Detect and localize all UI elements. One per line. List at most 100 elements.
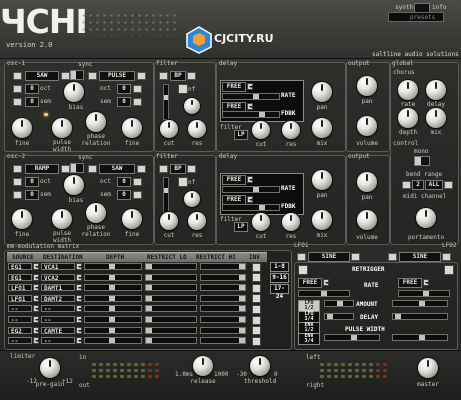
osc2-phase-knob[interactable] — [86, 203, 106, 223]
osc1-semi2-up[interactable] — [133, 98, 142, 106]
delay1-res-knob[interactable] — [282, 121, 300, 139]
portamento-knob[interactable] — [416, 208, 436, 228]
osc2-bias-knob[interactable] — [64, 175, 84, 195]
delay1-pan-knob[interactable] — [312, 82, 332, 102]
bend-range-down[interactable] — [402, 181, 411, 189]
mm-row-destination[interactable]: VCA2 — [41, 273, 75, 282]
mm-page-1-8[interactable]: 1-8 — [270, 262, 289, 272]
mm-row-depth-slider[interactable] — [84, 284, 142, 292]
lfo1-wave[interactable]: SINE — [308, 252, 350, 262]
mm-row-restrict-lo-slider[interactable] — [145, 305, 197, 313]
mm-row-destination[interactable]: DAMT2 — [41, 294, 75, 303]
delay1-free1-mode[interactable]: FREE — [222, 82, 246, 92]
mm-row-source-arrow[interactable] — [33, 337, 39, 345]
lfo1-pw-slider[interactable] — [324, 334, 380, 341]
lfo2-wave-next[interactable] — [442, 253, 451, 261]
osc1-oct2-value[interactable]: 0 — [117, 84, 131, 94]
chorus-rate-knob[interactable] — [398, 80, 418, 100]
delay2-mix-knob[interactable] — [312, 210, 332, 230]
delay2-free1-arrow[interactable] — [247, 176, 253, 183]
slider-thumb[interactable] — [109, 285, 115, 291]
osc2-sync-switch[interactable] — [70, 163, 84, 173]
filter2-lp-button[interactable]: LP — [234, 222, 248, 232]
osc1-sync-switch[interactable] — [70, 70, 84, 80]
mm-row-restrict-hi-slider[interactable] — [200, 263, 246, 270]
osc2-wave2-prev[interactable] — [88, 165, 97, 173]
slider-thumb[interactable] — [109, 317, 115, 322]
mm-row-source-arrow[interactable] — [33, 263, 39, 270]
mm-row-invert-toggle[interactable] — [252, 283, 261, 293]
mm-row-restrict-hi-slider[interactable] — [200, 337, 246, 345]
slider-thumb[interactable] — [239, 285, 245, 291]
osc2-oct1-down[interactable] — [13, 178, 22, 186]
mm-row-destination[interactable]: DAMT1 — [41, 284, 75, 292]
mm-row-destination-arrow[interactable] — [76, 337, 82, 345]
mm-row-source[interactable]: LFO1 — [8, 294, 32, 303]
osc1-semi1-down[interactable] — [13, 98, 22, 106]
filter2-env-knob[interactable] — [184, 191, 200, 207]
mm-row-restrict-hi-slider[interactable] — [200, 294, 246, 302]
osc2-pulse-width-knob[interactable] — [52, 209, 72, 229]
osc1-phase-knob[interactable] — [86, 112, 106, 132]
mm-row-source-arrow[interactable] — [33, 326, 39, 334]
osc1-oct1-down[interactable] — [13, 85, 22, 93]
osc2-wave1-select[interactable]: RAMP — [25, 164, 59, 174]
mm-row-invert-toggle[interactable] — [252, 326, 261, 336]
filter1-type[interactable]: BP — [170, 71, 186, 81]
mm-row-depth-slider[interactable] — [84, 326, 142, 334]
slider-thumb[interactable] — [239, 306, 245, 312]
filter2-type-prev[interactable] — [159, 165, 168, 173]
mm-row-destination[interactable]: -- — [41, 305, 75, 313]
filter2-nf-toggle[interactable] — [178, 177, 188, 187]
osc2-fine2-knob[interactable] — [122, 209, 142, 229]
filter1-cut-knob[interactable] — [160, 120, 178, 138]
mm-row-restrict-lo-slider[interactable] — [145, 273, 197, 281]
delay2-free1-mode[interactable]: FREE — [222, 175, 246, 185]
osc1-wave1-prev[interactable] — [13, 72, 22, 80]
lfo2-pw-slider[interactable] — [392, 334, 448, 341]
lfo1-wave-next[interactable] — [351, 253, 360, 261]
lfo1-delay-slider[interactable] — [324, 313, 354, 320]
output1-pan-knob[interactable] — [357, 76, 377, 96]
delay1-free2-arrow[interactable] — [247, 103, 253, 110]
osc2-semi1-down[interactable] — [13, 191, 22, 199]
mm-row-depth-slider[interactable] — [84, 273, 142, 281]
osc1-wave1-next[interactable] — [61, 72, 70, 80]
slider-thumb[interactable] — [109, 274, 115, 280]
osc1-oct1-value[interactable]: 0 — [25, 84, 39, 94]
osc1-wave2-select[interactable]: PULSE — [99, 71, 135, 81]
delay2-filter-knob[interactable] — [252, 213, 270, 231]
mm-row-destination[interactable]: -- — [41, 337, 75, 345]
delay1-filter-knob[interactable] — [252, 121, 270, 139]
slider-thumb[interactable] — [239, 338, 245, 344]
mm-row-source-arrow[interactable] — [33, 305, 39, 313]
slider-thumb[interactable] — [109, 264, 115, 269]
release-knob[interactable] — [193, 356, 213, 376]
osc1-semi1-value[interactable]: 0 — [25, 97, 39, 107]
output2-volume-knob[interactable] — [357, 210, 377, 230]
slider-thumb[interactable] — [146, 264, 152, 269]
slider-thumb[interactable] — [146, 338, 152, 344]
mm-row-destination-arrow[interactable] — [76, 316, 82, 323]
osc1-wave2-next[interactable] — [137, 72, 146, 80]
mm-row-source-arrow[interactable] — [33, 284, 39, 292]
filter2-res-knob[interactable] — [188, 212, 206, 230]
lfo1-free-arrow[interactable] — [323, 279, 329, 286]
osc1-wave1-select[interactable]: SAW — [25, 71, 59, 81]
mm-row-destination-arrow[interactable] — [76, 284, 82, 292]
mm-row-source[interactable]: LFO1 — [8, 284, 32, 292]
delay1-fdbk-slider[interactable] — [222, 111, 280, 118]
bend-range-value[interactable]: 2 — [412, 180, 424, 190]
mm-row-restrict-lo-slider[interactable] — [145, 316, 197, 323]
mm-row-depth-slider[interactable] — [84, 316, 142, 323]
midi-channel-up[interactable] — [444, 181, 453, 189]
delay2-pan-knob[interactable] — [312, 170, 332, 190]
filter2-env-slider[interactable] — [163, 177, 169, 213]
slider-thumb[interactable] — [146, 295, 152, 301]
mm-row-invert-toggle[interactable] — [252, 304, 261, 314]
mm-row-source-arrow[interactable] — [33, 294, 39, 302]
mm-row-depth-slider[interactable] — [84, 263, 142, 270]
filter1-env-slider[interactable] — [163, 84, 169, 120]
mm-row-depth-slider[interactable] — [84, 294, 142, 302]
slider-thumb[interactable] — [109, 338, 115, 344]
